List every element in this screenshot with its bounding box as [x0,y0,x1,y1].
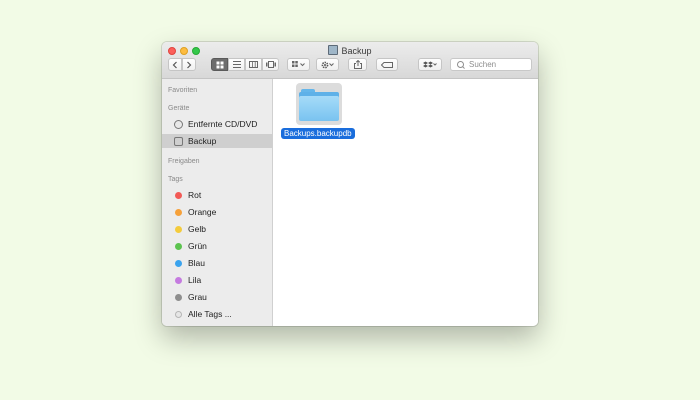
view-icons-button[interactable] [211,58,228,71]
share-button[interactable] [348,58,367,71]
arrange-button[interactable] [287,58,310,71]
drive-icon [328,45,339,55]
tag-label: Gelb [188,224,206,234]
sidebar-tag-lila[interactable]: Lila [162,273,272,287]
tag-label: Grau [188,292,207,302]
sidebar-item-label: Entfernte CD/DVD [188,119,258,129]
view-columns-button[interactable] [245,58,262,71]
tag-label: Grün [188,241,207,251]
tag-color-dot [175,225,182,233]
title-bar: Backup Suchen [162,42,538,79]
columns-view-icon [249,61,258,68]
tag-icon [381,61,393,68]
finder-window: Backup Suchen Favoriten Geräte Entfernte… [162,42,538,326]
tag-color-dot [175,191,182,199]
tag-color-dot [175,208,182,216]
window-title-text: Backup [341,46,372,56]
search-field[interactable]: Suchen [450,58,532,71]
sidebar-item-label: Backup [188,136,217,146]
sidebar-tag-gelb[interactable]: Gelb [162,222,272,236]
list-view-icon [232,61,241,68]
view-gallery-button[interactable] [262,58,279,71]
sidebar-tag-rot[interactable]: Rot [162,188,272,202]
tag-color-dot [175,293,182,301]
tag-label: Blau [188,258,206,268]
disc-icon [174,119,183,129]
search-placeholder: Suchen [469,60,497,69]
window-title: Backup [162,45,538,56]
gallery-view-icon [265,61,276,68]
tag-label: Alle Tags ... [188,309,232,319]
file-area: Backups.backupdb [273,79,538,326]
back-button[interactable] [168,58,182,71]
sidebar-section-shared: Freigaben [168,158,200,165]
tag-color-dot [175,242,182,250]
sidebar-item-remote-disc[interactable]: Entfernte CD/DVD [162,117,272,131]
dropbox-icon [423,61,437,67]
sidebar-section-tags: Tags [168,176,183,183]
folder-icon [299,89,339,121]
arrange-icon [292,61,305,67]
sidebar-section-favorites: Favoriten [168,87,198,94]
sidebar-item-backup[interactable]: Backup [162,134,272,148]
edit-tags-button[interactable] [376,58,398,71]
sidebar-tag-orange[interactable]: Orange [162,205,272,219]
tag-label: Rot [188,190,202,200]
chevron-right-icon [187,61,192,68]
sidebar-tag-all[interactable]: Alle Tags ... [162,307,272,321]
forward-button[interactable] [182,58,196,71]
tag-color-dot [175,276,182,284]
tag-label: Lila [188,275,202,285]
tag-color-dot [175,310,182,318]
action-button[interactable] [316,58,339,71]
file-name: Backups.backupdb [281,128,355,139]
share-icon [353,60,362,69]
sidebar-section-devices: Geräte [168,105,190,112]
dropbox-button[interactable] [418,58,442,71]
gear-icon [321,61,334,68]
sidebar-tag-grau[interactable]: Grau [162,290,272,304]
view-list-button[interactable] [228,58,245,71]
search-icon [457,61,464,68]
grid-view-icon [216,61,223,68]
tag-color-dot [175,259,182,267]
sidebar-tag-gruen[interactable]: Grün [162,239,272,253]
drive-icon [174,136,183,146]
sidebar-tag-blau[interactable]: Blau [162,256,272,270]
sidebar: Favoriten Geräte Entfernte CD/DVD Backup… [162,79,273,326]
chevron-left-icon [172,61,177,68]
tag-label: Orange [188,207,217,217]
